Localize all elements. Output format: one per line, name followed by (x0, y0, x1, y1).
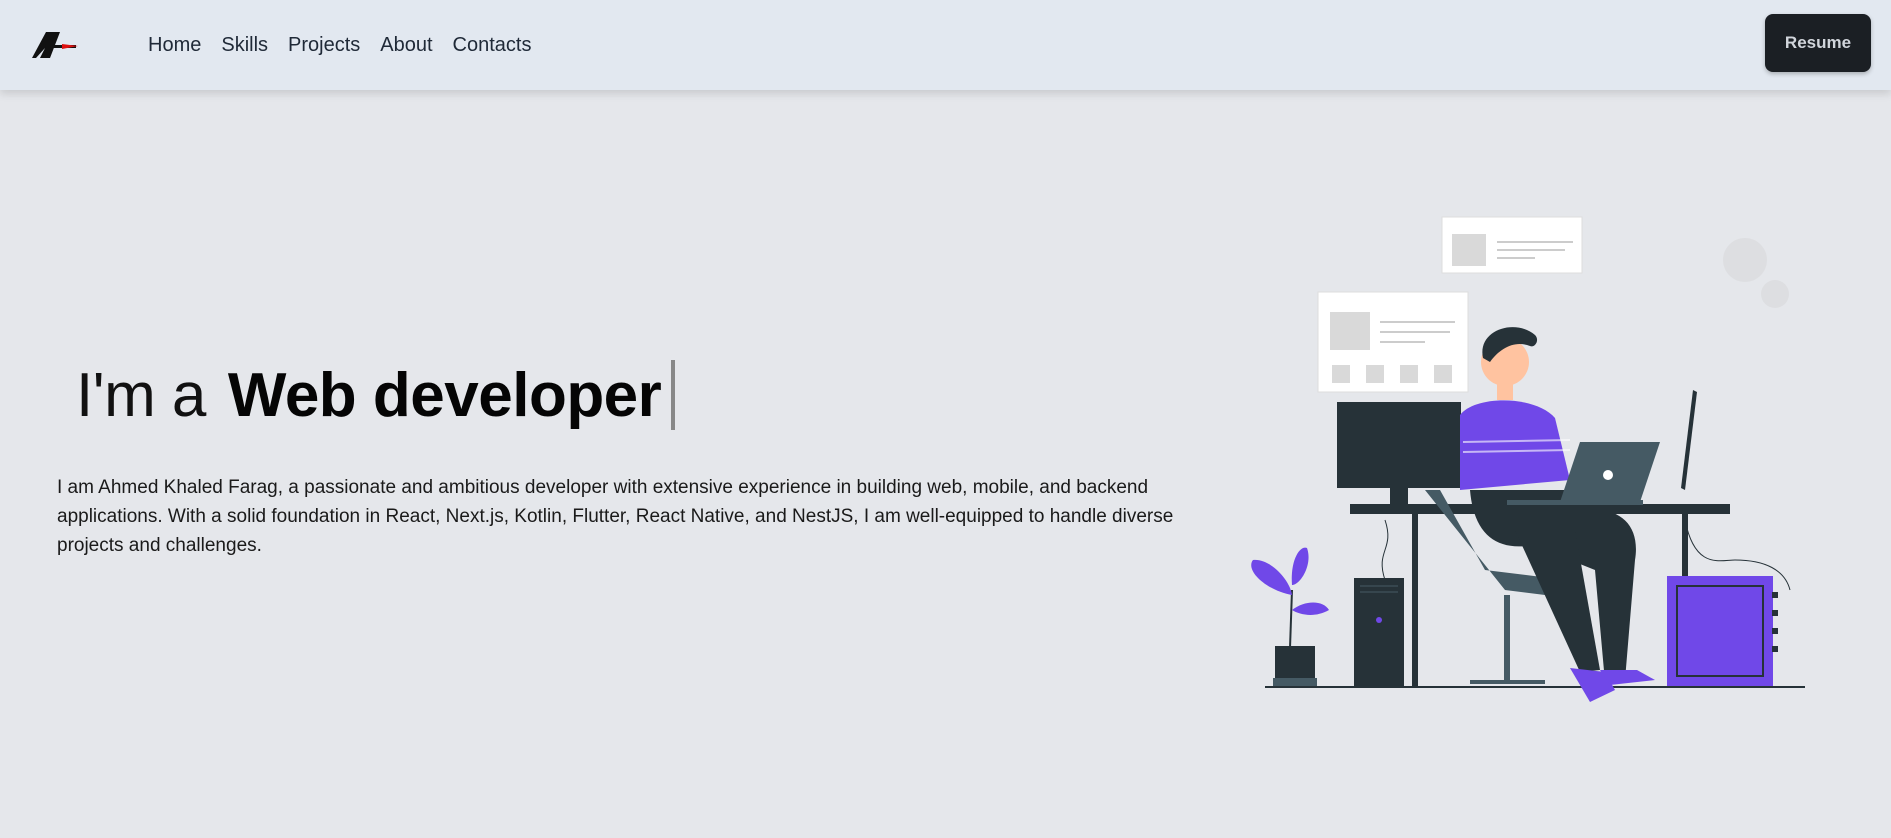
headline-role: Web developer (227, 360, 662, 430)
typing-cursor (671, 360, 676, 430)
hero-headline: I'm a Web developer (76, 355, 676, 435)
ui-card-left (1317, 291, 1469, 393)
headline-prefix: I'm a (76, 360, 206, 430)
ui-card-top (1441, 216, 1583, 274)
developer-person-icon (1460, 327, 1655, 702)
plant-icon (1251, 547, 1329, 686)
cabinet-icon (1667, 576, 1778, 686)
nav-about[interactable]: About (380, 34, 432, 57)
nav-skills[interactable]: Skills (221, 34, 268, 57)
monitor-icon (1337, 402, 1461, 504)
nav-home[interactable]: Home (148, 34, 201, 57)
logo-icon[interactable] (32, 28, 78, 62)
pc-tower-icon (1354, 578, 1404, 686)
nav-projects[interactable]: Projects (288, 34, 360, 57)
gear-icon (1723, 238, 1789, 308)
nav-links: Home Skills Projects About Contacts (148, 0, 531, 90)
nav-contacts[interactable]: Contacts (453, 34, 532, 57)
developer-illustration (1245, 190, 1815, 730)
hero-intro-text: I am Ahmed Khaled Farag, a passionate an… (57, 477, 1174, 556)
top-navbar: Home Skills Projects About Contacts Resu… (0, 0, 1891, 90)
resume-button[interactable]: Resume (1765, 14, 1871, 72)
